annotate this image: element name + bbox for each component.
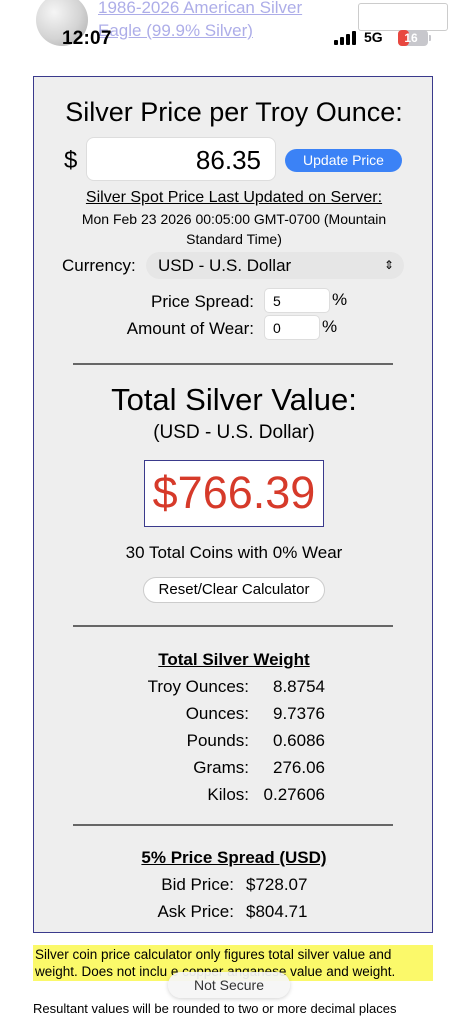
battery-tip (429, 35, 431, 41)
weight-label-kilos: Kilos: (207, 785, 249, 804)
weight-value-pounds: 0.6086 (273, 731, 325, 750)
bid-price-value: $728.07 (246, 875, 308, 894)
divider (73, 824, 393, 826)
weight-label-ounces: Ounces: (185, 704, 249, 723)
ask-price-label: Ask Price: (157, 902, 234, 921)
update-price-button[interactable]: Update Price (285, 149, 402, 172)
currency-select-value: USD - U.S. Dollar (158, 256, 292, 275)
price-spread-percent-sign: % (332, 290, 348, 309)
weight-label-troy-ounces: Troy Ounces: (147, 677, 249, 696)
price-spread-label: Price Spread: (151, 292, 254, 311)
amount-of-wear-percent-sign: % (322, 317, 338, 336)
battery-icon: 16 (398, 30, 428, 46)
divider (73, 363, 393, 365)
silver-calculator-panel: Silver Price per Troy Ounce: $ 86.35 Upd… (33, 76, 433, 933)
weight-label-grams: Grams: (193, 758, 249, 777)
divider (73, 625, 393, 627)
price-spread-input[interactable]: 5 (264, 288, 330, 313)
amount-of-wear-input[interactable]: 0 (264, 315, 320, 340)
weight-value-ounces: 9.7376 (273, 704, 325, 723)
weight-value-kilos: 0.27606 (263, 785, 325, 804)
reset-clear-calculator-button[interactable]: Reset/Clear Calculator (143, 577, 325, 603)
total-silver-value-heading: Total Silver Value: (111, 382, 357, 417)
price-spread-heading: 5% Price Spread (USD) (141, 848, 327, 867)
cellular-signal-icon (334, 31, 358, 45)
rounding-note: Resultant values will be rounded to two … (33, 1001, 397, 1016)
weight-value-troy-ounces: 8.8754 (273, 677, 325, 696)
amount-of-wear-label: Amount of Wear: (126, 319, 254, 338)
currency-select[interactable]: USD - U.S. Dollar ⇕ (146, 252, 404, 279)
bid-price-label: Bid Price: (161, 875, 234, 894)
ask-price-value: $804.71 (246, 902, 308, 921)
currency-label: Currency: (62, 256, 136, 275)
spot-price-updated-label: Silver Spot Price Last Updated on Server… (85, 189, 383, 206)
price-per-ounce-heading: Silver Price per Troy Ounce: (65, 97, 403, 127)
total-value-currency: (USD - U.S. Dollar) (153, 422, 315, 443)
clock: 12:07 (62, 28, 112, 49)
not-secure-badge[interactable]: Not Secure (168, 972, 290, 998)
chevron-up-down-icon: ⇕ (383, 258, 394, 272)
total-silver-weight-heading: Total Silver Weight (158, 650, 310, 669)
silver-price-input[interactable]: 86.35 (86, 137, 276, 181)
total-silver-value: $766.39 (144, 460, 324, 527)
network-type: 5G (364, 29, 383, 45)
status-bar: 12:07 5G 16 (0, 0, 469, 60)
spot-price-updated-time: Mon Feb 23 2026 00:05:00 GMT-0700 (Mount… (81, 211, 387, 247)
battery-percent: 16 (404, 31, 418, 45)
weight-label-pounds: Pounds: (186, 731, 249, 750)
weight-value-grams: 276.06 (273, 758, 325, 777)
currency-symbol: $ (64, 147, 78, 174)
coins-summary: 30 Total Coins with 0% Wear (125, 543, 343, 562)
